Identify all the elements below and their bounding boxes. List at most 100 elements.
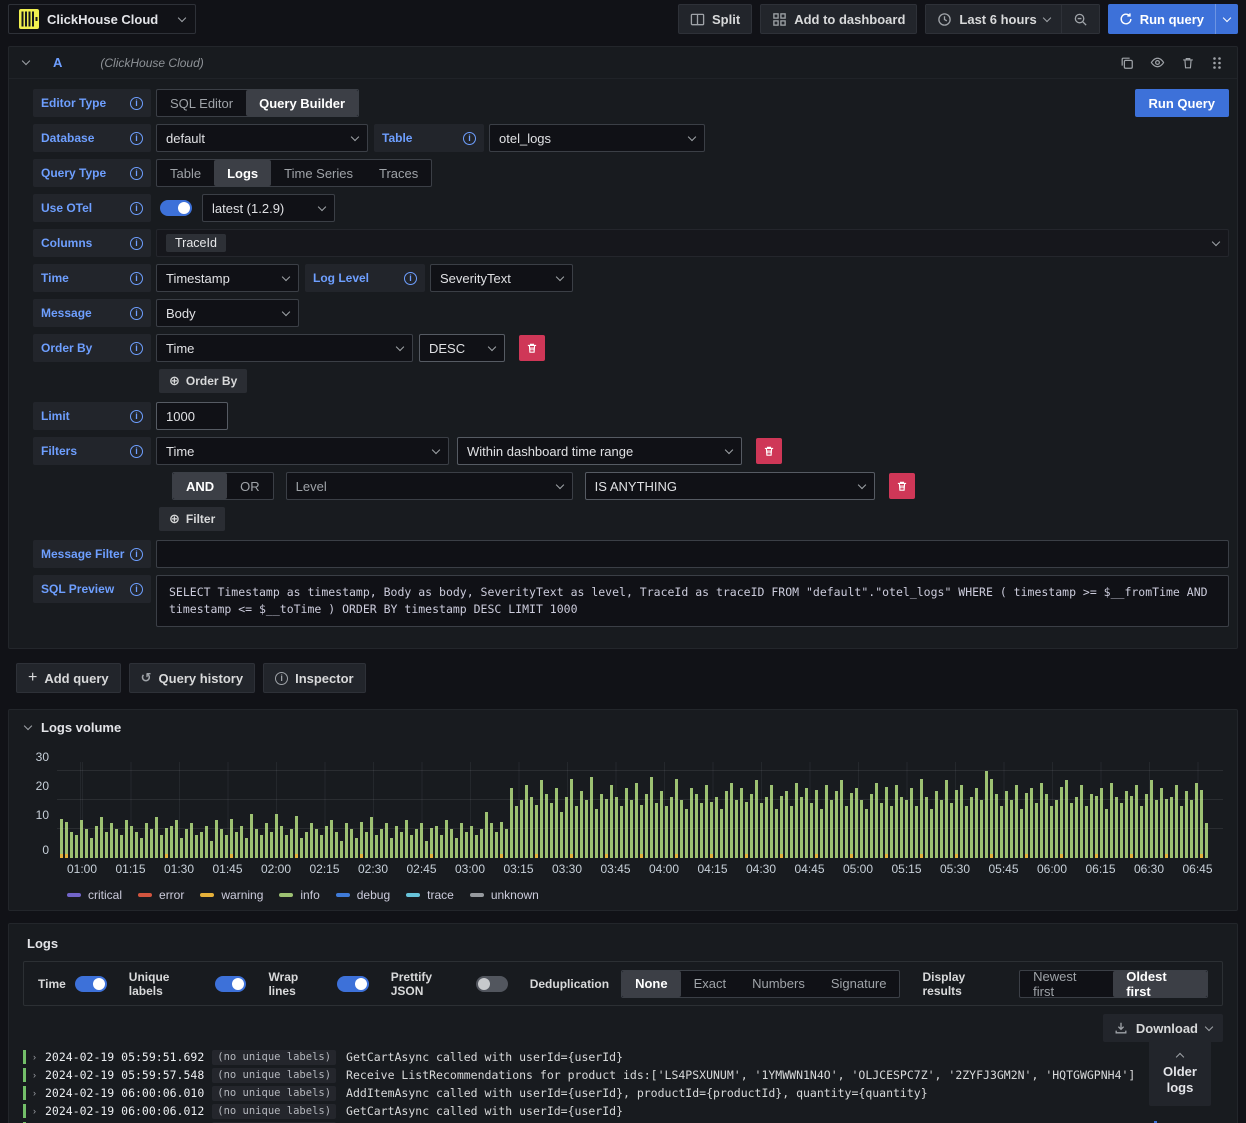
- add-filter-button[interactable]: ⊕ Filter: [159, 507, 226, 531]
- bar: [730, 783, 733, 858]
- option-numbers[interactable]: Numbers: [739, 971, 818, 997]
- inspector-button[interactable]: i Inspector: [263, 663, 366, 693]
- collapse-chevron-icon[interactable]: [23, 721, 33, 731]
- toggle-switch[interactable]: [74, 975, 107, 992]
- option-and[interactable]: AND: [173, 473, 228, 499]
- info-icon[interactable]: i: [130, 444, 143, 458]
- legend-item-unknown[interactable]: unknown: [469, 888, 539, 902]
- option-signature[interactable]: Signature: [818, 971, 900, 997]
- legend-item-info[interactable]: info: [279, 888, 320, 902]
- table-select[interactable]: otel_logs: [489, 124, 705, 152]
- legend-item-trace[interactable]: trace: [406, 888, 454, 902]
- legend-item-error[interactable]: error: [138, 888, 184, 902]
- log-row[interactable]: › 2024-02-19 05:59:51.692 (no unique label…: [23, 1048, 1223, 1066]
- option-or[interactable]: OR: [227, 473, 273, 499]
- add-order-by-button[interactable]: ⊕ Order By: [159, 369, 248, 393]
- split-button[interactable]: Split: [678, 4, 753, 34]
- message-filter-label: Message Filter i: [33, 540, 151, 568]
- info-icon[interactable]: i: [130, 271, 143, 285]
- bar: [860, 800, 863, 858]
- toggle-switch[interactable]: [214, 975, 247, 992]
- time-range-picker[interactable]: Last 6 hours: [925, 4, 1062, 34]
- log-row[interactable]: › 2024-02-19 06:00:06.010 (no unique label…: [23, 1084, 1223, 1102]
- legend-item-critical[interactable]: critical: [67, 888, 122, 902]
- info-icon[interactable]: i: [130, 166, 143, 180]
- bar: [315, 829, 318, 858]
- info-icon[interactable]: i: [130, 582, 143, 596]
- info-icon[interactable]: i: [130, 96, 143, 110]
- trash-icon: [527, 343, 537, 353]
- info-icon[interactable]: i: [404, 271, 417, 285]
- info-icon[interactable]: i: [130, 306, 143, 320]
- order-by-field-select[interactable]: Time: [156, 334, 413, 362]
- info-icon[interactable]: i: [130, 131, 143, 145]
- drag-handle-icon[interactable]: [1211, 56, 1223, 70]
- info-icon[interactable]: i: [130, 236, 143, 250]
- option-exact[interactable]: Exact: [681, 971, 740, 997]
- option-table[interactable]: Table: [157, 160, 214, 186]
- duplicate-query-icon[interactable]: [1120, 56, 1134, 70]
- use-otel-toggle[interactable]: [160, 200, 192, 216]
- expand-chevron-icon[interactable]: ›: [33, 1052, 45, 1062]
- condition-field-select[interactable]: Level: [285, 472, 573, 500]
- bar: [825, 785, 828, 858]
- older-logs-button[interactable]: Older logs: [1149, 1040, 1211, 1106]
- database-select[interactable]: default: [156, 124, 368, 152]
- download-button[interactable]: Download: [1102, 1014, 1223, 1042]
- option-traces[interactable]: Traces: [366, 160, 431, 186]
- condition-operator-select[interactable]: IS ANYTHING: [584, 472, 875, 500]
- info-icon[interactable]: i: [130, 341, 143, 355]
- bar: [930, 809, 933, 858]
- zoom-out-button[interactable]: [1061, 4, 1100, 34]
- info-icon[interactable]: i: [130, 201, 143, 215]
- toggle-switch[interactable]: [476, 975, 508, 992]
- filter-operator-select[interactable]: Within dashboard time range: [457, 437, 742, 465]
- filter-field-select[interactable]: Time: [156, 437, 449, 465]
- legend-label: critical: [88, 888, 123, 902]
- add-to-dashboard-button[interactable]: Add to dashboard: [760, 4, 918, 34]
- run-query-editor-button[interactable]: Run Query: [1134, 89, 1229, 117]
- expand-chevron-icon[interactable]: ›: [33, 1088, 45, 1098]
- time-column-select[interactable]: Timestamp: [156, 264, 299, 292]
- info-icon[interactable]: i: [463, 131, 476, 145]
- message-filter-input[interactable]: [156, 540, 1229, 568]
- hide-query-eye-icon[interactable]: [1150, 55, 1165, 70]
- option-query-builder[interactable]: Query Builder: [246, 90, 359, 116]
- info-icon[interactable]: i: [130, 547, 143, 561]
- bar: [895, 785, 898, 858]
- option-sql-editor[interactable]: SQL Editor: [157, 90, 246, 116]
- order-by-direction-select[interactable]: DESC: [419, 334, 505, 362]
- legend-item-debug[interactable]: debug: [335, 888, 390, 902]
- option-oldest-first[interactable]: Oldest first: [1113, 969, 1207, 999]
- toggle-switch[interactable]: [337, 975, 369, 992]
- log-level-select[interactable]: SeverityText: [430, 264, 573, 292]
- log-row[interactable]: › 2024-02-19 06:00:06.012 (no unique label…: [23, 1102, 1223, 1120]
- query-header[interactable]: A (ClickHouse Cloud): [9, 47, 1237, 79]
- columns-multiselect[interactable]: TraceId: [156, 229, 1229, 257]
- remove-filter-button[interactable]: [756, 438, 782, 464]
- run-query-dropdown[interactable]: [1215, 4, 1238, 34]
- option-newest-first[interactable]: Newest first: [1020, 969, 1113, 999]
- remove-condition-button[interactable]: [888, 473, 915, 499]
- run-query-split-button[interactable]: Run query: [1107, 4, 1238, 34]
- toggle-label: Wrap lines: [268, 969, 299, 998]
- legend-item-warning[interactable]: warning: [200, 888, 263, 902]
- option-time-series[interactable]: Time Series: [271, 160, 366, 186]
- otel-version-select[interactable]: latest (1.2.9): [202, 194, 335, 222]
- remove-order-by-button[interactable]: [519, 335, 545, 361]
- limit-input[interactable]: 1000: [156, 402, 228, 430]
- message-column-select[interactable]: Body: [156, 299, 299, 327]
- collapse-chevron-icon[interactable]: [21, 56, 31, 66]
- datasource-picker[interactable]: ClickHouse Cloud: [8, 4, 196, 34]
- log-level-bar: [23, 1068, 26, 1082]
- delete-query-trash-icon[interactable]: [1181, 56, 1195, 70]
- option-logs[interactable]: Logs: [214, 160, 272, 186]
- column-chip[interactable]: TraceId: [166, 234, 226, 252]
- expand-chevron-icon[interactable]: ›: [33, 1106, 45, 1116]
- add-query-button[interactable]: + Add query: [16, 663, 121, 693]
- query-history-button[interactable]: ↺ Query history: [128, 663, 256, 693]
- info-icon[interactable]: i: [130, 409, 143, 423]
- log-row[interactable]: › 2024-02-19 05:59:57.548 (no unique label…: [23, 1066, 1223, 1084]
- expand-chevron-icon[interactable]: ›: [33, 1070, 45, 1080]
- option-none[interactable]: None: [622, 970, 681, 997]
